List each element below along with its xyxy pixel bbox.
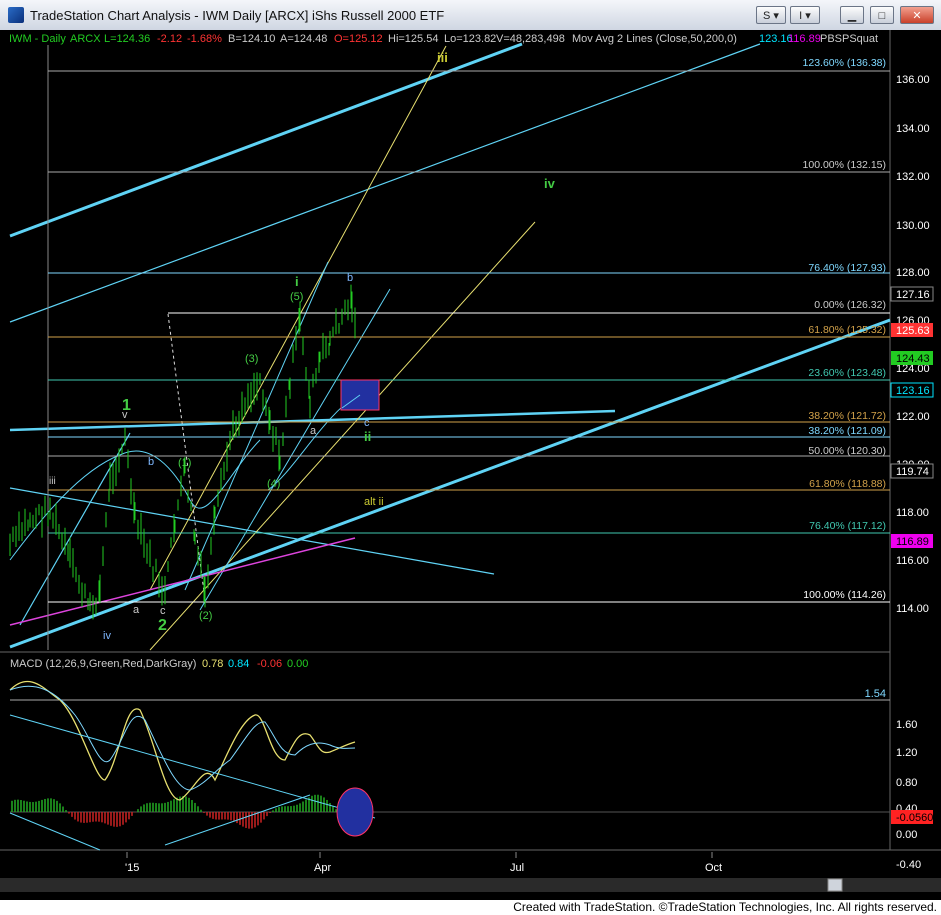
wave-label: iii xyxy=(49,476,56,487)
price-tag: 123.16 xyxy=(896,385,930,397)
macd-label: MACD (12,26,9,Green,Red,DarkGray) xyxy=(10,658,196,670)
legend-indicator: PBSPSquat xyxy=(820,33,878,45)
fib-label: 0.00% (126.32) xyxy=(814,299,886,311)
macd-tick: 1.20 xyxy=(896,747,917,759)
macd-tick: 1.60 xyxy=(896,719,917,731)
macd-tick: 0.00 xyxy=(896,829,917,841)
price-tag: 119.74 xyxy=(896,466,929,478)
time-tick: '15 xyxy=(125,862,139,874)
horizontal-scrollbar[interactable] xyxy=(0,878,941,892)
fib-label: 100.00% (132.15) xyxy=(803,159,886,171)
wave-label: (5) xyxy=(290,291,303,303)
wave-label: ii xyxy=(364,429,371,444)
maximize-icon: □ xyxy=(878,10,886,22)
wave-label: 2 xyxy=(158,617,167,634)
wave-label: i xyxy=(295,274,299,289)
footer: Created with TradeStation. ©TradeStation… xyxy=(0,900,941,915)
price-tick: 116.00 xyxy=(896,555,929,567)
maximize-button[interactable]: □ xyxy=(870,6,894,24)
legend-volume: V=48,283,498 xyxy=(496,33,565,45)
legend-ask: A=124.48 xyxy=(280,33,327,45)
styles-button[interactable]: S ▾ xyxy=(756,6,786,24)
wave-label: (3) xyxy=(245,353,258,365)
time-tick: Oct xyxy=(705,862,722,874)
time-tick: Apr xyxy=(314,862,331,874)
fib-label: 100.00% (114.26) xyxy=(803,589,886,601)
macd-tick: 0.80 xyxy=(896,777,917,789)
price-tick: 136.00 xyxy=(896,74,930,86)
wave-label: iii xyxy=(437,50,448,65)
legend-low: Lo=123.82 xyxy=(444,33,496,45)
fib-label: 123.60% (136.38) xyxy=(803,57,886,69)
minimize-button[interactable]: ▁ xyxy=(840,6,864,24)
wave-label: (1) xyxy=(178,457,191,469)
wave-label: (2) xyxy=(199,610,212,622)
wave-label: alt ii xyxy=(364,496,384,508)
indicators-button[interactable]: I ▾ xyxy=(790,6,820,24)
copyright-text: Created with TradeStation. ©TradeStation… xyxy=(513,900,937,914)
macd-value: 0.78 xyxy=(202,658,223,670)
macd-value: 0.84 xyxy=(228,658,249,670)
macd-tag: -0.0560 xyxy=(896,812,933,824)
tradestation-app-icon xyxy=(8,7,24,23)
wave-label: iv xyxy=(544,176,556,191)
wave-label: v xyxy=(122,409,128,421)
price-tick: 132.00 xyxy=(896,171,930,183)
price-tick: 114.00 xyxy=(896,603,929,615)
macd-legend: MACD (12,26,9,Green,Red,DarkGray) 0.78 0… xyxy=(10,658,308,670)
close-icon: ✕ xyxy=(912,10,922,22)
price-tag: 116.89 xyxy=(896,536,929,548)
legend-last: L=124.36 xyxy=(104,33,150,45)
time-tick: Jul xyxy=(510,862,524,874)
wave-label: a xyxy=(310,425,317,437)
wave-label: b xyxy=(148,456,154,468)
macd-value: 0.00 xyxy=(287,658,308,670)
fib-label: 38.20% (121.72) xyxy=(808,410,886,422)
price-tick: 134.00 xyxy=(896,123,930,135)
price-tick: 122.00 xyxy=(896,411,930,423)
legend-open: O=125.12 xyxy=(334,33,383,45)
legend-change: -2.12 xyxy=(157,33,182,45)
legend-change-pct: -1.68% xyxy=(187,33,222,45)
fib-label: 76.40% (127.93) xyxy=(808,262,886,274)
fib-label: 23.60% (123.48) xyxy=(808,367,886,379)
window-titlebar: TradeStation Chart Analysis - IWM Daily … xyxy=(0,0,941,31)
price-tag: 125.63 xyxy=(896,325,930,337)
wave-label: (4) xyxy=(267,478,280,490)
price-tag: 127.16 xyxy=(896,289,930,301)
legend-high: Hi=125.54 xyxy=(388,33,438,45)
legend-ma-value-2: 116.89 xyxy=(788,33,821,45)
legend-symbol: IWM - Daily xyxy=(9,33,66,45)
fib-label: 76.40% (117.12) xyxy=(809,520,886,532)
window-title: TradeStation Chart Analysis - IWM Daily … xyxy=(30,8,445,23)
fib-label: 61.80% (125.32) xyxy=(808,324,886,336)
close-button[interactable]: ✕ xyxy=(900,6,934,24)
price-tick: 118.00 xyxy=(896,507,929,519)
legend-ma-label: Mov Avg 2 Lines (Close,50,200,0) xyxy=(572,33,737,45)
wave-label: b xyxy=(347,272,353,284)
price-tick: 128.00 xyxy=(896,267,930,279)
price-tick: 130.00 xyxy=(896,220,930,232)
chart-area[interactable]: IWM - Daily ARCX L=124.36 -2.12 -1.68% B… xyxy=(0,30,941,900)
price-tag: 124.43 xyxy=(896,353,930,365)
wave-label: iv xyxy=(103,630,111,642)
fib-label: 38.20% (121.09) xyxy=(808,425,886,437)
macd-tag: 1.54 xyxy=(865,688,886,700)
chart-background xyxy=(0,30,941,900)
legend-bid: B=124.10 xyxy=(228,33,275,45)
wave-label: c xyxy=(364,417,370,429)
wave-label: a xyxy=(133,604,140,616)
legend-exchange: ARCX xyxy=(70,33,101,45)
macd-tick: -0.40 xyxy=(896,859,921,871)
fib-label: 61.80% (118.88) xyxy=(809,478,886,490)
macd-value: -0.06 xyxy=(257,658,282,670)
macd-highlight-ellipse xyxy=(336,787,374,837)
fib-label: 50.00% (120.30) xyxy=(808,445,886,457)
chart-canvas[interactable]: IWM - Daily ARCX L=124.36 -2.12 -1.68% B… xyxy=(0,30,941,900)
minimize-icon: ▁ xyxy=(847,10,857,22)
scrollbar-thumb[interactable] xyxy=(827,878,843,892)
wave-label: c xyxy=(160,605,166,617)
